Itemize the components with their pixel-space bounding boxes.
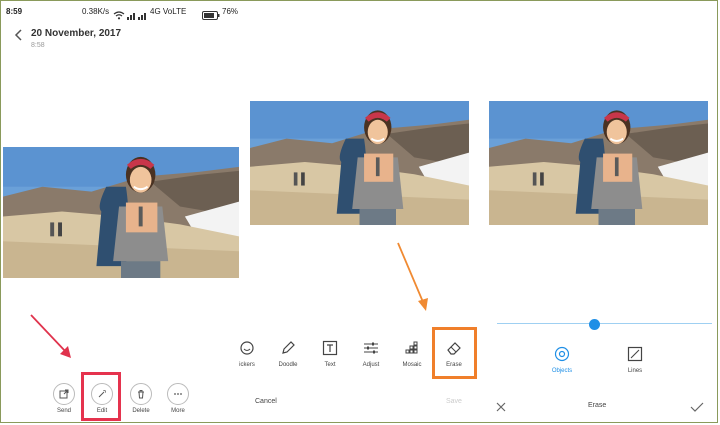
erase-highlight-box (432, 327, 477, 379)
photo-time: 8:58 (31, 42, 45, 49)
wifi-icon (113, 7, 125, 25)
send-label: Send (56, 408, 71, 414)
status-time: 8:59 (6, 7, 23, 16)
delete-label: Delete (132, 408, 150, 414)
mosaic-label: Mosaic (402, 362, 422, 368)
objects-label: Objects (551, 368, 573, 374)
cancel-button[interactable]: Cancel (255, 398, 277, 405)
slider-track (497, 323, 712, 324)
adjust-tool[interactable]: Adjust (353, 340, 389, 368)
erase-size-slider[interactable] (497, 318, 712, 330)
doodle-label: Doodle (278, 362, 298, 368)
stickers-tool[interactable]: ickers (230, 340, 264, 368)
photo-panel-3[interactable] (489, 101, 708, 225)
photo-panel-1[interactable] (3, 147, 239, 278)
photo-panel-2[interactable] (250, 101, 469, 225)
pencil-icon (282, 341, 295, 354)
confirm-check-icon[interactable] (690, 400, 704, 418)
more-label: More (171, 408, 185, 414)
close-icon[interactable] (495, 400, 507, 418)
network-speed: 0.38K/s (82, 7, 110, 16)
stickers-label: ickers (239, 362, 255, 368)
lines-label: Lines (627, 368, 643, 374)
adjust-label: Adjust (362, 362, 380, 368)
more-button[interactable]: More (164, 383, 192, 414)
signal-icon-2 (138, 7, 148, 25)
doodle-tool[interactable]: Doodle (270, 340, 306, 368)
signal-icon (127, 7, 137, 25)
photo-date: 20 November, 2017 (31, 28, 122, 39)
line-icon (627, 346, 643, 362)
share-icon (53, 383, 75, 405)
text-tool[interactable]: Text (312, 340, 348, 368)
red-annotation-arrow (30, 314, 71, 358)
orange-annotation-arrow (397, 242, 428, 311)
edit-highlight-box (81, 372, 121, 421)
text-icon (322, 340, 338, 356)
trash-icon (130, 383, 152, 405)
text-label: Text (324, 362, 336, 368)
battery-percent: 76% (222, 7, 239, 16)
save-button[interactable]: Save (446, 398, 462, 405)
battery-icon (202, 7, 220, 25)
send-button[interactable]: Send (50, 383, 78, 414)
stickers-icon (240, 341, 254, 355)
lines-mode[interactable]: Lines (617, 346, 653, 374)
target-icon (554, 346, 570, 362)
mosaic-tool[interactable]: Mosaic (394, 340, 430, 368)
slider-handle[interactable] (588, 319, 600, 330)
more-dots-icon (167, 383, 189, 405)
mosaic-icon (405, 341, 418, 354)
back-arrow-icon[interactable] (13, 28, 25, 42)
network-type: 4G VoLTE (150, 7, 187, 16)
sliders-icon (364, 342, 378, 354)
objects-mode[interactable]: Objects (544, 346, 580, 374)
erase-title: Erase (588, 402, 607, 409)
delete-button[interactable]: Delete (127, 383, 155, 414)
